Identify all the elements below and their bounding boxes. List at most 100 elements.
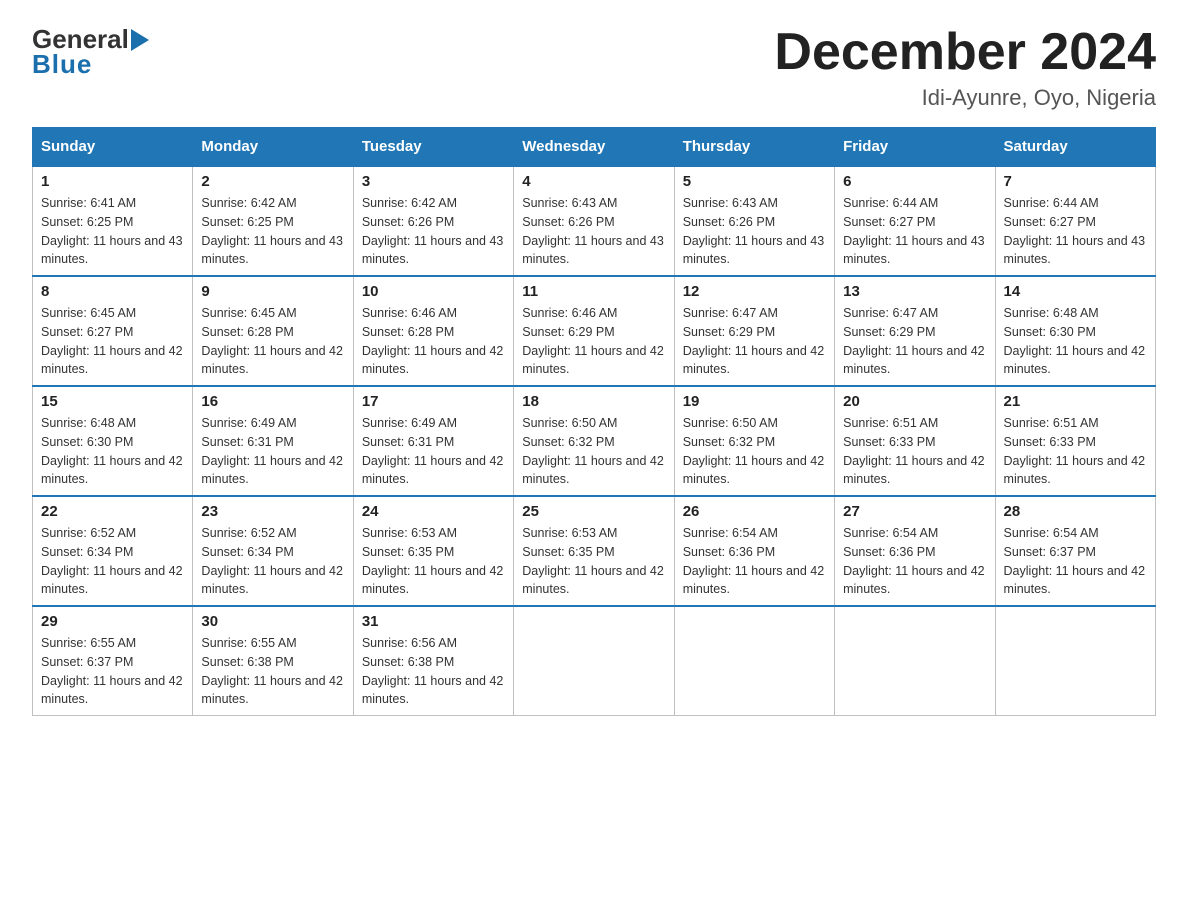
calendar-cell: 13 Sunrise: 6:47 AMSunset: 6:29 PMDaylig…: [835, 276, 995, 386]
day-info: Sunrise: 6:42 AMSunset: 6:25 PMDaylight:…: [201, 194, 344, 269]
day-number: 12: [683, 283, 826, 300]
calendar-cell: 9 Sunrise: 6:45 AMSunset: 6:28 PMDayligh…: [193, 276, 353, 386]
day-number: 11: [522, 283, 665, 300]
calendar-cell: [514, 606, 674, 716]
calendar-cell: 18 Sunrise: 6:50 AMSunset: 6:32 PMDaylig…: [514, 386, 674, 496]
day-number: 5: [683, 173, 826, 190]
calendar-cell: 14 Sunrise: 6:48 AMSunset: 6:30 PMDaylig…: [995, 276, 1155, 386]
calendar-cell: 29 Sunrise: 6:55 AMSunset: 6:37 PMDaylig…: [33, 606, 193, 716]
col-wednesday: Wednesday: [514, 128, 674, 167]
day-number: 17: [362, 393, 505, 410]
day-number: 25: [522, 503, 665, 520]
day-number: 18: [522, 393, 665, 410]
calendar-week-row: 1 Sunrise: 6:41 AMSunset: 6:25 PMDayligh…: [33, 166, 1156, 276]
day-info: Sunrise: 6:52 AMSunset: 6:34 PMDaylight:…: [201, 524, 344, 599]
day-number: 4: [522, 173, 665, 190]
day-number: 26: [683, 503, 826, 520]
calendar-cell: 24 Sunrise: 6:53 AMSunset: 6:35 PMDaylig…: [353, 496, 513, 606]
title-block: December 2024 Idi-Ayunre, Oyo, Nigeria: [774, 24, 1156, 111]
calendar-cell: 4 Sunrise: 6:43 AMSunset: 6:26 PMDayligh…: [514, 166, 674, 276]
calendar-cell: 1 Sunrise: 6:41 AMSunset: 6:25 PMDayligh…: [33, 166, 193, 276]
day-info: Sunrise: 6:43 AMSunset: 6:26 PMDaylight:…: [522, 194, 665, 269]
day-number: 9: [201, 283, 344, 300]
calendar-cell: 12 Sunrise: 6:47 AMSunset: 6:29 PMDaylig…: [674, 276, 834, 386]
day-number: 2: [201, 173, 344, 190]
calendar-cell: 11 Sunrise: 6:46 AMSunset: 6:29 PMDaylig…: [514, 276, 674, 386]
day-info: Sunrise: 6:49 AMSunset: 6:31 PMDaylight:…: [201, 414, 344, 489]
day-number: 13: [843, 283, 986, 300]
day-info: Sunrise: 6:53 AMSunset: 6:35 PMDaylight:…: [522, 524, 665, 599]
day-number: 3: [362, 173, 505, 190]
day-info: Sunrise: 6:46 AMSunset: 6:28 PMDaylight:…: [362, 304, 505, 379]
calendar-table: Sunday Monday Tuesday Wednesday Thursday…: [32, 127, 1156, 716]
calendar-cell: [835, 606, 995, 716]
day-info: Sunrise: 6:42 AMSunset: 6:26 PMDaylight:…: [362, 194, 505, 269]
col-monday: Monday: [193, 128, 353, 167]
calendar-cell: [674, 606, 834, 716]
day-info: Sunrise: 6:43 AMSunset: 6:26 PMDaylight:…: [683, 194, 826, 269]
logo-blue-text: Blue: [32, 49, 92, 80]
logo-arrow-icon: [131, 29, 149, 51]
logo-triangle-icon: [131, 29, 149, 51]
day-number: 21: [1004, 393, 1147, 410]
day-info: Sunrise: 6:51 AMSunset: 6:33 PMDaylight:…: [843, 414, 986, 489]
calendar-cell: 3 Sunrise: 6:42 AMSunset: 6:26 PMDayligh…: [353, 166, 513, 276]
calendar-week-row: 15 Sunrise: 6:48 AMSunset: 6:30 PMDaylig…: [33, 386, 1156, 496]
day-number: 1: [41, 173, 184, 190]
day-number: 7: [1004, 173, 1147, 190]
calendar-cell: 16 Sunrise: 6:49 AMSunset: 6:31 PMDaylig…: [193, 386, 353, 496]
day-number: 15: [41, 393, 184, 410]
day-number: 22: [41, 503, 184, 520]
day-number: 8: [41, 283, 184, 300]
calendar-cell: 27 Sunrise: 6:54 AMSunset: 6:36 PMDaylig…: [835, 496, 995, 606]
calendar-cell: 7 Sunrise: 6:44 AMSunset: 6:27 PMDayligh…: [995, 166, 1155, 276]
day-info: Sunrise: 6:41 AMSunset: 6:25 PMDaylight:…: [41, 194, 184, 269]
calendar-cell: 28 Sunrise: 6:54 AMSunset: 6:37 PMDaylig…: [995, 496, 1155, 606]
day-info: Sunrise: 6:45 AMSunset: 6:28 PMDaylight:…: [201, 304, 344, 379]
calendar-week-row: 29 Sunrise: 6:55 AMSunset: 6:37 PMDaylig…: [33, 606, 1156, 716]
calendar-cell: 30 Sunrise: 6:55 AMSunset: 6:38 PMDaylig…: [193, 606, 353, 716]
day-info: Sunrise: 6:49 AMSunset: 6:31 PMDaylight:…: [362, 414, 505, 489]
day-info: Sunrise: 6:54 AMSunset: 6:37 PMDaylight:…: [1004, 524, 1147, 599]
day-number: 27: [843, 503, 986, 520]
day-number: 16: [201, 393, 344, 410]
day-info: Sunrise: 6:56 AMSunset: 6:38 PMDaylight:…: [362, 634, 505, 709]
day-info: Sunrise: 6:55 AMSunset: 6:37 PMDaylight:…: [41, 634, 184, 709]
calendar-cell: 15 Sunrise: 6:48 AMSunset: 6:30 PMDaylig…: [33, 386, 193, 496]
day-number: 6: [843, 173, 986, 190]
day-number: 23: [201, 503, 344, 520]
calendar-cell: 26 Sunrise: 6:54 AMSunset: 6:36 PMDaylig…: [674, 496, 834, 606]
calendar-cell: 5 Sunrise: 6:43 AMSunset: 6:26 PMDayligh…: [674, 166, 834, 276]
page-header: General Blue December 2024 Idi-Ayunre, O…: [32, 24, 1156, 111]
col-friday: Friday: [835, 128, 995, 167]
day-info: Sunrise: 6:54 AMSunset: 6:36 PMDaylight:…: [843, 524, 986, 599]
calendar-cell: [995, 606, 1155, 716]
logo: General Blue: [32, 24, 149, 80]
calendar-cell: 19 Sunrise: 6:50 AMSunset: 6:32 PMDaylig…: [674, 386, 834, 496]
day-number: 30: [201, 613, 344, 630]
calendar-header-row: Sunday Monday Tuesday Wednesday Thursday…: [33, 128, 1156, 167]
day-number: 24: [362, 503, 505, 520]
calendar-cell: 2 Sunrise: 6:42 AMSunset: 6:25 PMDayligh…: [193, 166, 353, 276]
calendar-cell: 31 Sunrise: 6:56 AMSunset: 6:38 PMDaylig…: [353, 606, 513, 716]
day-info: Sunrise: 6:47 AMSunset: 6:29 PMDaylight:…: [683, 304, 826, 379]
day-info: Sunrise: 6:46 AMSunset: 6:29 PMDaylight:…: [522, 304, 665, 379]
day-number: 14: [1004, 283, 1147, 300]
day-info: Sunrise: 6:51 AMSunset: 6:33 PMDaylight:…: [1004, 414, 1147, 489]
calendar-cell: 10 Sunrise: 6:46 AMSunset: 6:28 PMDaylig…: [353, 276, 513, 386]
day-info: Sunrise: 6:53 AMSunset: 6:35 PMDaylight:…: [362, 524, 505, 599]
day-number: 29: [41, 613, 184, 630]
calendar-week-row: 8 Sunrise: 6:45 AMSunset: 6:27 PMDayligh…: [33, 276, 1156, 386]
day-info: Sunrise: 6:44 AMSunset: 6:27 PMDaylight:…: [1004, 194, 1147, 269]
day-info: Sunrise: 6:48 AMSunset: 6:30 PMDaylight:…: [41, 414, 184, 489]
day-info: Sunrise: 6:48 AMSunset: 6:30 PMDaylight:…: [1004, 304, 1147, 379]
calendar-cell: 20 Sunrise: 6:51 AMSunset: 6:33 PMDaylig…: [835, 386, 995, 496]
calendar-cell: 17 Sunrise: 6:49 AMSunset: 6:31 PMDaylig…: [353, 386, 513, 496]
calendar-cell: 23 Sunrise: 6:52 AMSunset: 6:34 PMDaylig…: [193, 496, 353, 606]
calendar-cell: 25 Sunrise: 6:53 AMSunset: 6:35 PMDaylig…: [514, 496, 674, 606]
calendar-cell: 22 Sunrise: 6:52 AMSunset: 6:34 PMDaylig…: [33, 496, 193, 606]
col-tuesday: Tuesday: [353, 128, 513, 167]
day-number: 28: [1004, 503, 1147, 520]
calendar-cell: 21 Sunrise: 6:51 AMSunset: 6:33 PMDaylig…: [995, 386, 1155, 496]
day-number: 31: [362, 613, 505, 630]
